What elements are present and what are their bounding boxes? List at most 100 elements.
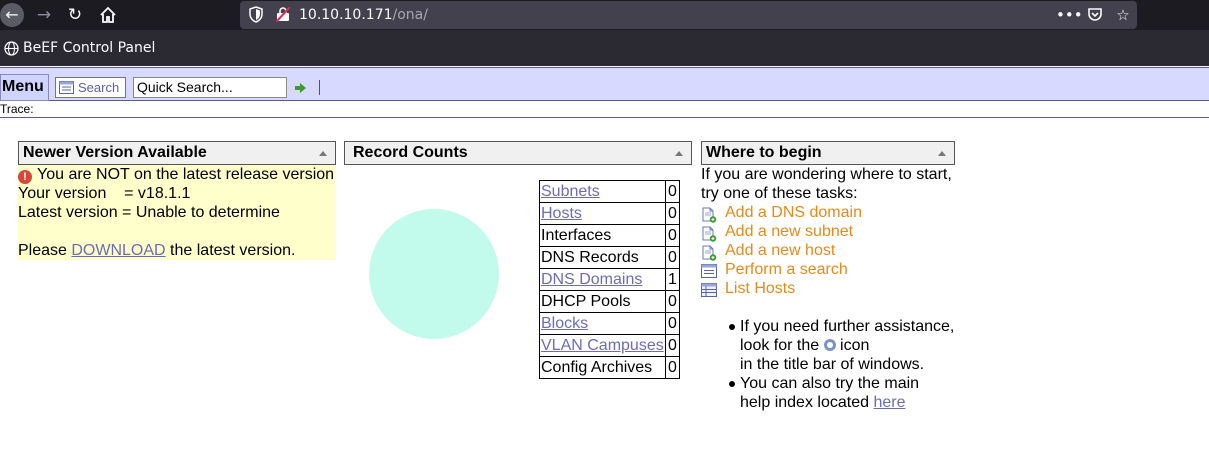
bookmarks-bar: BeEF Control Panel [0,30,1209,66]
table-row: Interfaces 0 [539,224,680,247]
collapse-triangle-icon[interactable] [319,151,327,156]
record-link[interactable]: DNS Domains [541,271,642,288]
bookmark-beef-control-panel[interactable]: BeEF Control Panel [23,40,155,56]
download-suffix: the latest version. [165,242,296,259]
record-label: DHCP Pools [541,292,631,310]
record-link[interactable]: Subnets [541,183,600,200]
table-row: Subnets 0 [539,180,680,203]
menu-button[interactable]: Menu [0,74,49,101]
help-text-1a: If you need further assistance, [740,318,955,335]
record-count: 0 [665,334,680,357]
record-label-cell: DNS Domains [539,268,666,291]
your-version: Your version = v18.1.1 [18,185,191,202]
table-row: VLAN Campuses 0 [539,334,680,357]
warning-icon: ! [18,170,32,184]
version-warning: ! You are NOT on the latest release versi… [18,165,334,184]
back-arrow-icon[interactable]: ← [0,3,24,27]
help-text-1b-pre: look for the [740,337,824,354]
download-line: Please DOWNLOAD the latest version. [18,241,295,260]
record-count: 0 [665,180,680,203]
table-row: Config Archives 0 [539,356,680,379]
task-label: Perform a search [725,261,848,278]
record-label-cell: Interfaces [539,224,666,247]
pocket-icon[interactable] [1085,5,1105,25]
record-label: Config Archives [541,358,653,376]
record-count: 0 [665,202,680,225]
warning-text: You are NOT on the latest release versio… [37,166,335,183]
where-to-begin-intro-2: try one of these tasks: [701,185,858,202]
where-to-begin-intro-1: If you are wondering where to start, [701,166,952,183]
table-row: DHCP Pools 0 [539,290,680,313]
download-link[interactable]: DOWNLOAD [71,242,165,259]
record-label: DNS Records [541,248,639,266]
bookmark-star-icon[interactable]: ☆ [1113,5,1133,25]
record-label-cell: Subnets [539,180,666,203]
task-label: Add a new host [725,242,836,259]
help-text-1b-post: icon [835,337,870,354]
record-counts-title: Record Counts [353,144,468,161]
table-row: DNS Records 0 [539,246,680,269]
home-icon[interactable] [97,4,119,26]
record-count: 1 [665,268,680,291]
url-path: /ona/ [392,7,428,23]
help-text-2b: help index located here [740,393,905,412]
newer-version-panel-header[interactable]: Newer Version Available [18,141,336,165]
help-index-link[interactable]: here [873,394,905,411]
help-text-2a: You can also try the main [740,375,920,392]
url-text[interactable]: 10.10.10.171/ona/ [299,7,428,23]
search-button-label: Search [78,80,120,95]
download-prefix: Please [18,242,72,259]
record-count: 0 [665,290,680,313]
trace-bar: Trace: [0,102,1209,118]
more-actions-icon[interactable]: ••• [1056,5,1083,25]
help-icon [823,339,836,351]
task-label: Add a DNS domain [725,204,862,221]
newer-version-title: Newer Version Available [23,144,207,161]
record-link[interactable]: Blocks [541,315,588,332]
insecure-lock-icon[interactable] [276,7,290,22]
search-button[interactable]: Search [55,77,126,98]
quick-search-input[interactable]: Quick Search... [133,77,287,98]
help-text-1c: in the title bar of windows. [740,356,925,373]
where-to-begin-title: Where to begin [706,144,822,161]
newer-version-panel-body: ! You are NOT on the latest release versi… [18,165,336,260]
globe-icon [4,41,19,56]
record-link[interactable]: Hosts [541,205,582,222]
record-label-cell: DHCP Pools [539,290,666,313]
app-menubar: Menu Search Quick Search... [0,67,1209,101]
record-label: Interfaces [541,226,612,244]
record-count: 0 [665,356,680,379]
go-arrow-icon[interactable] [295,83,306,93]
help-text-1b: look for the icon [740,336,869,355]
shield-icon[interactable] [249,6,263,23]
help-text-2b-pre: help index located [740,394,874,411]
record-label-cell: DNS Records [539,246,666,269]
where-to-begin-panel-header[interactable]: Where to begin [701,141,955,165]
task-label: Add a new subnet [725,223,854,240]
menu-separator [319,80,320,95]
table-row: Blocks 0 [539,312,680,335]
record-counts-pie-chart [369,209,499,339]
record-label-cell: Hosts [539,202,666,225]
collapse-triangle-icon[interactable] [938,151,946,156]
record-count: 0 [665,312,680,335]
table-row: DNS Domains 1 [539,268,680,291]
address-bar[interactable]: 10.10.10.171/ona/ ••• ☆ [240,1,1137,29]
task-label: List Hosts [725,280,796,297]
browser-toolbar: ← → ↻ 10.10.10.171/ona/ ••• ☆ [0,0,1209,30]
record-label-cell: Config Archives [539,356,666,379]
record-counts-panel-header[interactable]: Record Counts [344,141,692,165]
bullet-icon [729,324,735,330]
url-host: 10.10.10.171 [299,7,393,23]
search-form-icon [59,81,74,94]
record-count: 0 [665,224,680,247]
table-row: Hosts 0 [539,202,680,225]
bullet-icon [729,381,735,387]
record-link[interactable]: VLAN Campuses [541,337,664,354]
forward-arrow-icon[interactable]: → [33,4,55,26]
record-counts-table: Subnets 0 Hosts 0 Interfaces 0 DNS Records 0 DNS… [539,180,680,379]
record-label-cell: VLAN Campuses [539,334,666,357]
record-label-cell: Blocks [539,312,666,335]
reload-icon[interactable]: ↻ [64,4,86,26]
collapse-triangle-icon[interactable] [675,151,683,156]
